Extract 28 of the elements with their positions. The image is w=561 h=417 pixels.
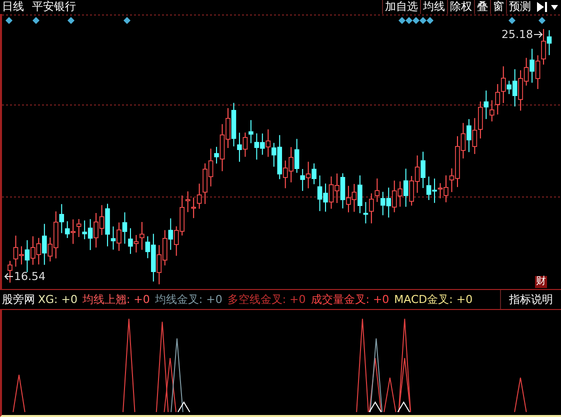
toolbar-button[interactable]: 均线 <box>420 0 447 14</box>
indicator-value: MACD金叉: +0 <box>394 292 473 307</box>
chart-period: 日线 <box>2 0 24 14</box>
indicator-name: 股旁网 <box>1 292 36 307</box>
toolbar-button[interactable]: 预测 <box>506 0 533 14</box>
diamond-icon <box>538 17 546 24</box>
price-label: 16.54 <box>14 270 46 283</box>
toolbar-button[interactable]: 除权 <box>447 0 474 14</box>
diamond-icon <box>508 17 516 24</box>
price-label: 25.18 <box>502 28 533 41</box>
indicator-value: 均线金叉: +0 <box>154 292 222 307</box>
toolbar-button[interactable]: 窗 <box>490 0 506 14</box>
diamond-icon <box>32 17 40 24</box>
toolbar-button[interactable]: 叠 <box>474 0 490 14</box>
finance-badge[interactable]: 财 <box>535 276 547 288</box>
stock-name: 平安银行 <box>32 0 76 14</box>
arrow-icon <box>4 273 13 280</box>
arrow-icon <box>534 31 543 38</box>
diamond-icon <box>68 17 74 24</box>
indicator-value: 均线上翘: +0 <box>82 292 150 307</box>
toolbar-button[interactable]: 加自选 <box>382 0 420 14</box>
diamond-icon <box>124 17 130 24</box>
indicator-value: 成交量金叉: +0 <box>310 292 390 307</box>
dropdown-caret-icon[interactable] <box>551 4 558 10</box>
diamond-icon <box>6 17 12 24</box>
indicator-value: XG: +0 <box>38 293 78 306</box>
indicator-value: 多空线金叉: +0 <box>227 292 306 307</box>
skip-end-icon[interactable] <box>537 2 548 12</box>
